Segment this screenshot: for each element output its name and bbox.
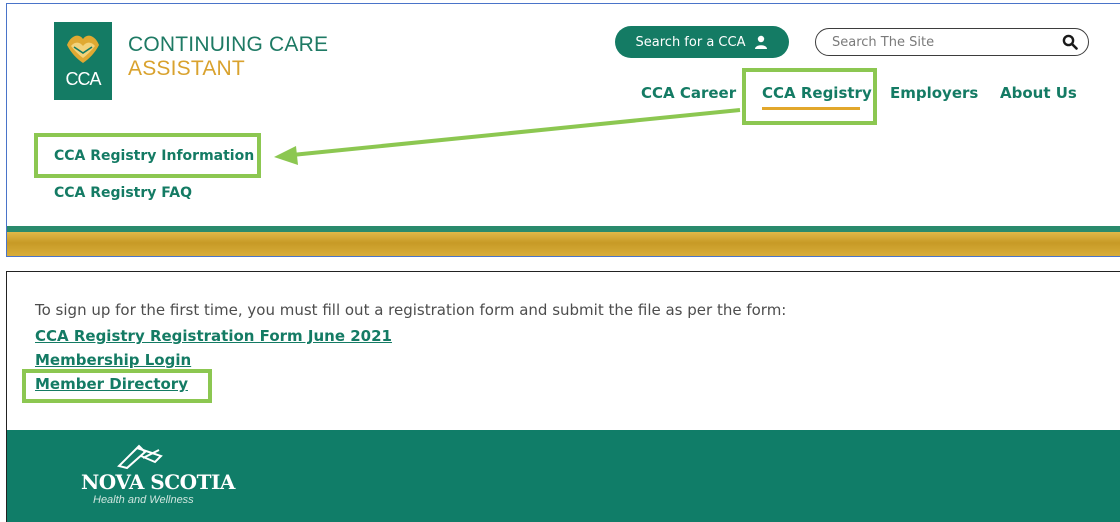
signup-instructions: To sign up for the first time, you must … <box>35 301 787 319</box>
nav-employers[interactable]: Employers <box>890 84 978 102</box>
brand-name-line1: CONTINUING CARE <box>128 33 329 56</box>
nova-scotia-wordmark[interactable]: NOVA SCOTIA <box>81 470 235 494</box>
registry-page-screenshot: To sign up for the first time, you must … <box>6 271 1120 522</box>
nav-cca-career[interactable]: CCA Career <box>641 84 736 102</box>
membership-login-link[interactable]: Membership Login <box>35 351 191 369</box>
nav-highlight-box <box>742 68 877 125</box>
hands-logo-icon <box>67 35 99 63</box>
search-cca-label: Search for a CCA <box>635 34 746 50</box>
submenu-cca-registry-faq[interactable]: CCA Registry FAQ <box>54 185 192 201</box>
member-directory-highlight-box <box>22 369 212 403</box>
submenu-highlight-box <box>34 133 261 178</box>
cca-logo[interactable]: CCA <box>54 22 112 100</box>
search-icon[interactable] <box>1062 34 1078 50</box>
nav-about-us[interactable]: About Us <box>1000 84 1077 102</box>
registration-form-link[interactable]: CCA Registry Registration Form June 2021 <box>35 327 392 345</box>
site-search-input[interactable] <box>830 31 1054 53</box>
site-footer: NOVA SCOTIA Health and Wellness <box>7 430 1120 522</box>
user-icon <box>755 35 768 49</box>
nova-scotia-flag-icon <box>117 444 163 470</box>
site-search-field[interactable] <box>815 28 1089 56</box>
logo-text: CCA <box>65 69 101 89</box>
brand-name-line2: ASSISTANT <box>128 57 245 80</box>
search-for-cca-button[interactable]: Search for a CCA <box>615 26 789 58</box>
header-gold-stripe <box>7 232 1120 256</box>
site-header-screenshot: CCA CONTINUING CARE ASSISTANT Search for… <box>6 3 1120 257</box>
health-and-wellness-text: Health and Wellness <box>93 494 194 506</box>
